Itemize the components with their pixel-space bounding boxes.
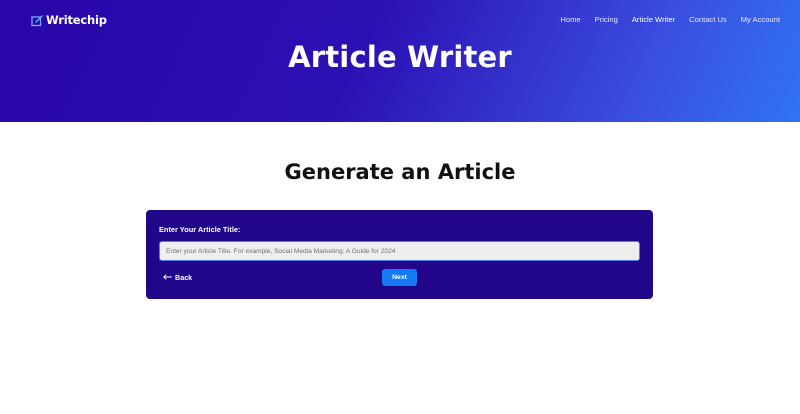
arrow-left-icon bbox=[163, 273, 172, 282]
nav-item-home[interactable]: Home bbox=[560, 15, 580, 24]
article-title-input[interactable] bbox=[159, 241, 640, 261]
page-title: Generate an Article bbox=[284, 160, 516, 184]
edit-square-icon bbox=[31, 14, 43, 27]
main-nav: Home Pricing Article Writer Contact Us M… bbox=[546, 15, 780, 24]
article-form-card: Enter Your Article Title: Back Next bbox=[146, 210, 653, 299]
hero-header: Writechip Home Pricing Article Writer Co… bbox=[0, 0, 800, 122]
back-button-label: Back bbox=[175, 273, 193, 282]
next-button[interactable]: Next bbox=[382, 269, 417, 286]
brand-logo[interactable]: Writechip bbox=[31, 13, 107, 27]
nav-item-article-writer[interactable]: Article Writer bbox=[632, 15, 675, 24]
hero-title: Article Writer bbox=[288, 40, 512, 74]
brand-name: Writechip bbox=[46, 13, 107, 27]
nav-item-my-account[interactable]: My Account bbox=[741, 15, 780, 24]
article-title-label: Enter Your Article Title: bbox=[159, 225, 241, 234]
nav-item-contact-us[interactable]: Contact Us bbox=[689, 15, 727, 24]
back-button[interactable]: Back bbox=[163, 273, 192, 282]
nav-item-pricing[interactable]: Pricing bbox=[595, 15, 618, 24]
